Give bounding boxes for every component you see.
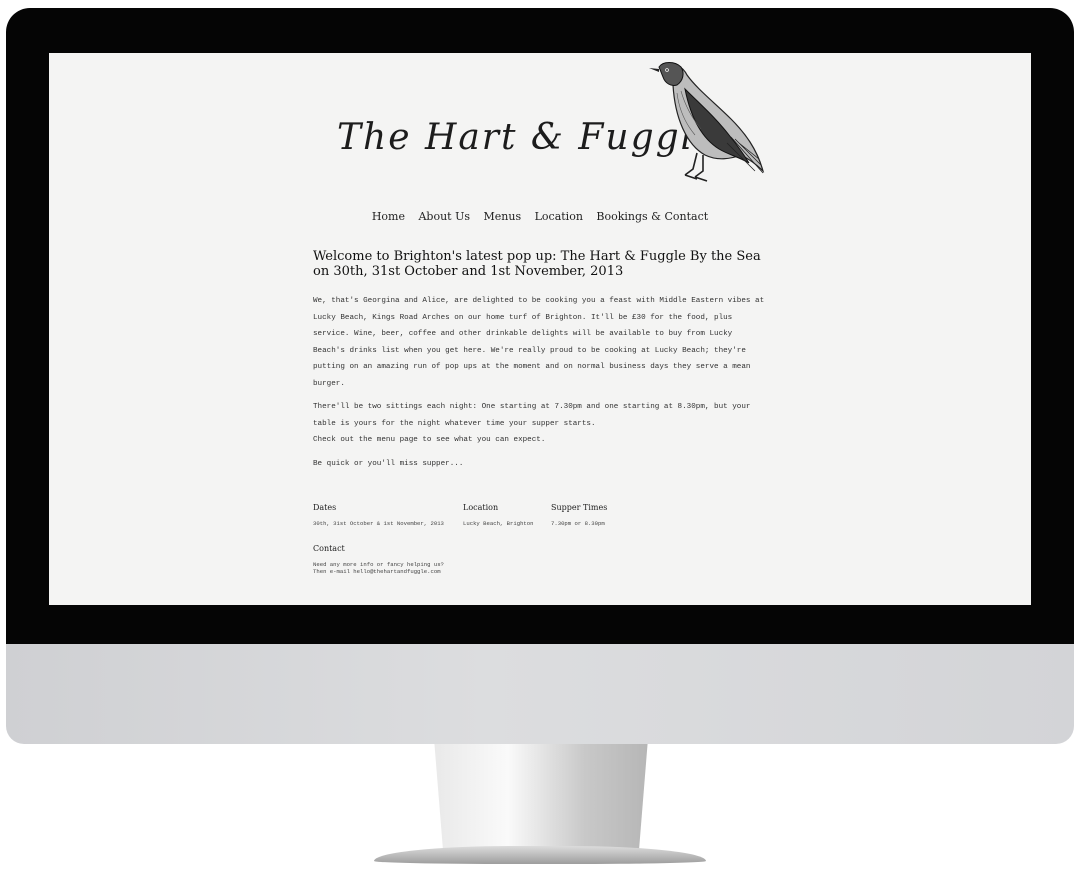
article-paragraph: We, that's Georgina and Alice, are delig… bbox=[313, 297, 765, 388]
bird-illustration bbox=[649, 62, 765, 182]
contact-email-line[interactable]: Then e-mail hello@thehartandfuggle.com bbox=[313, 568, 444, 575]
article-paragraph: Be quick or you'll miss supper... bbox=[313, 459, 464, 468]
article: Welcome to Brighton's latest pop up: The… bbox=[313, 249, 765, 479]
monitor-stand bbox=[434, 744, 648, 854]
nav-about-us[interactable]: About Us bbox=[418, 210, 470, 223]
site-logo[interactable]: The Hart & Fuggle bbox=[329, 59, 769, 197]
nav-location[interactable]: Location bbox=[535, 210, 583, 223]
times-label: Supper Times bbox=[551, 503, 608, 512]
times-block: Supper Times 7.30pm or 8.30pm bbox=[551, 503, 607, 527]
monitor-chin bbox=[6, 644, 1074, 744]
times-value: 7.30pm or 8.30pm bbox=[551, 520, 605, 527]
article-paragraph: Check out the menu page to see what you … bbox=[313, 436, 546, 444]
dates-value: 30th, 31st October & 1st November, 2013 bbox=[313, 520, 444, 527]
article-headline: Welcome to Brighton's latest pop up: The… bbox=[313, 249, 761, 279]
nav-menus[interactable]: Menus bbox=[484, 210, 522, 223]
location-label: Location bbox=[463, 503, 499, 512]
screen: The Hart & Fuggle Home About Us Menus Lo… bbox=[49, 53, 1031, 605]
main-nav: Home About Us Menus Location Bookings & … bbox=[49, 210, 1031, 223]
location-block: Location Lucky Beach, Brighton bbox=[463, 503, 534, 527]
dates-label: Dates bbox=[313, 503, 337, 512]
monitor-stand-base bbox=[374, 846, 706, 864]
location-value: Lucky Beach, Brighton bbox=[463, 520, 534, 527]
contact-label: Contact bbox=[313, 544, 345, 553]
contact-line: Need any more info or fancy helping us? bbox=[313, 561, 444, 568]
contact-block: Contact Need any more info or fancy help… bbox=[313, 544, 444, 575]
dates-block: Dates 30th, 31st October & 1st November,… bbox=[313, 503, 444, 527]
article-paragraph: There'll be two sittings each night: One… bbox=[313, 403, 751, 428]
nav-bookings-contact[interactable]: Bookings & Contact bbox=[596, 210, 708, 223]
nav-home[interactable]: Home bbox=[372, 210, 405, 223]
